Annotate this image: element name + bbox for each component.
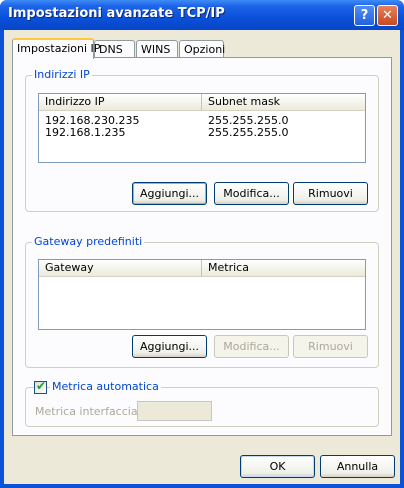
column-gateway[interactable]: Gateway (39, 260, 202, 276)
tab-label: Opzioni (184, 43, 226, 56)
close-button[interactable]: ✕ (377, 5, 398, 26)
tab-label: WINS (141, 43, 171, 56)
gateway-edit-button[interactable]: Modifica... (214, 335, 289, 358)
tab-label: DNS (99, 43, 123, 56)
auto-metric-label: Metrica automatica (50, 380, 161, 393)
tab-wins[interactable]: WINS (136, 40, 178, 57)
tab-panel: Indirizzi IP Indirizzo IP Subnet mask 19… (12, 57, 392, 436)
subnet-mask-cell: 255.255.255.0 (208, 126, 289, 139)
column-subnet-mask[interactable]: Subnet mask (202, 94, 366, 110)
gateway-group: Gateway predefiniti Gateway Metrica Aggi… (25, 235, 379, 368)
ip-edit-button[interactable]: Modifica... (214, 182, 289, 205)
tab-label: Impostazioni IP (17, 42, 101, 55)
ip-add-button[interactable]: Aggiungi... (132, 182, 207, 205)
ip-remove-button[interactable]: Rimuovi (293, 182, 368, 205)
interface-metric-label: Metrica interfaccia: (35, 405, 142, 418)
interface-metric-input[interactable] (137, 401, 212, 421)
metric-group: ✔ Metrica automatica Metrica interfaccia… (25, 379, 379, 427)
gateway-list[interactable]: Gateway Metrica (38, 259, 366, 330)
close-icon: ✕ (382, 8, 393, 23)
dialog-window: Impostazioni avanzate TCP/IP ? ✕ Imposta… (0, 0, 404, 488)
column-ip-address[interactable]: Indirizzo IP (39, 94, 202, 110)
gateway-list-header: Gateway Metrica (39, 260, 365, 277)
title-bar[interactable]: Impostazioni avanzate TCP/IP ? ✕ (0, 0, 404, 30)
gateway-group-label: Gateway predefiniti (32, 235, 145, 248)
gateway-remove-button[interactable]: Rimuovi (293, 335, 368, 358)
ip-addresses-group: Indirizzi IP Indirizzo IP Subnet mask 19… (25, 68, 379, 212)
ip-address-list[interactable]: Indirizzo IP Subnet mask 192.168.230.235… (38, 93, 366, 163)
tab-ip-settings[interactable]: Impostazioni IP (12, 38, 100, 59)
auto-metric-checkbox[interactable]: ✔ (34, 379, 47, 394)
help-button[interactable]: ? (354, 5, 375, 26)
cancel-button[interactable]: Annulla (320, 455, 395, 478)
ip-addresses-group-label: Indirizzi IP (32, 68, 92, 81)
ok-button[interactable]: OK (240, 455, 315, 478)
help-icon: ? (360, 8, 369, 23)
gateway-add-button[interactable]: Aggiungi... (132, 335, 207, 358)
window-title: Impostazioni avanzate TCP/IP (8, 6, 225, 21)
dialog-client-area: Impostazioni IP DNS WINS Opzioni Indiriz… (4, 30, 400, 484)
ip-address-cell: 192.168.1.235 (45, 126, 126, 139)
tab-options[interactable]: Opzioni (179, 40, 226, 57)
checkmark-icon: ✔ (36, 379, 47, 393)
ip-list-header: Indirizzo IP Subnet mask (39, 94, 365, 111)
column-metric[interactable]: Metrica (202, 260, 366, 276)
